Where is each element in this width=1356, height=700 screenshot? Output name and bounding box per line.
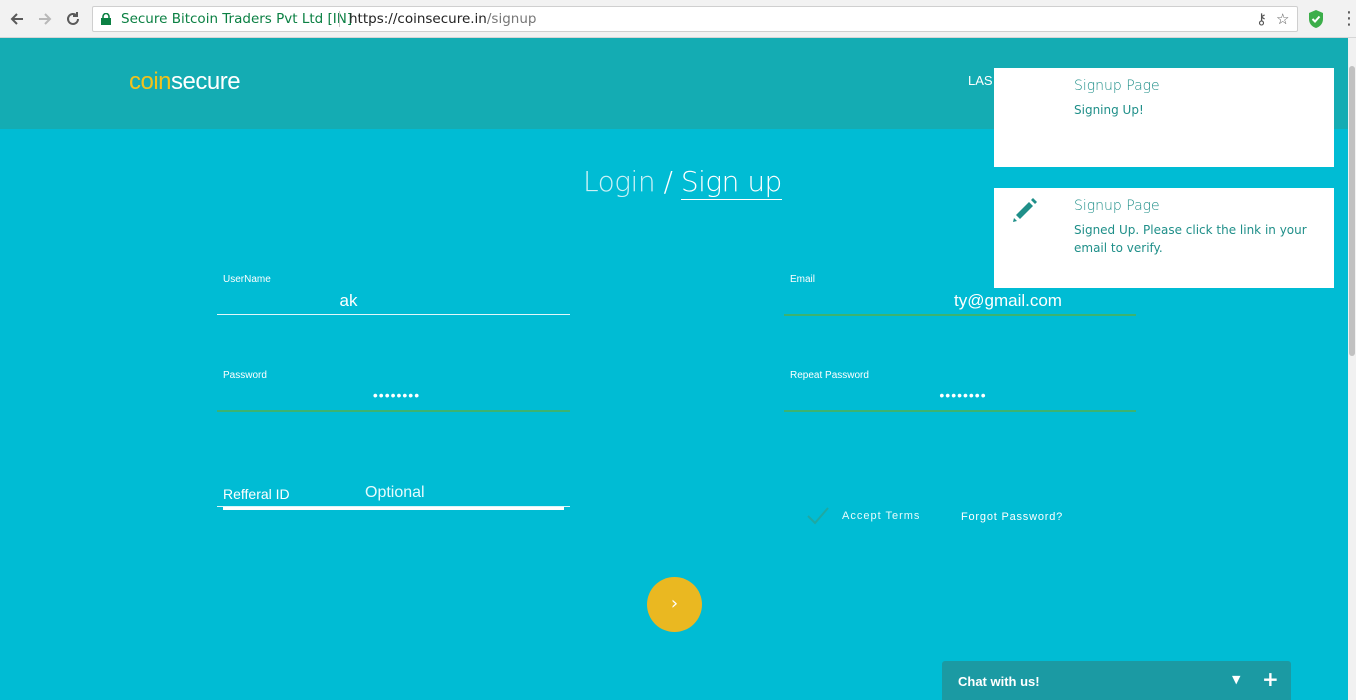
logo-secure-text: secure bbox=[171, 68, 241, 95]
forward-button[interactable] bbox=[34, 8, 56, 30]
pencil-icon bbox=[1013, 198, 1037, 222]
reload-icon bbox=[67, 12, 79, 25]
password-label: Password bbox=[223, 370, 267, 381]
plus-icon[interactable]: + bbox=[1262, 667, 1279, 691]
url-host: https://coinsecure.in bbox=[349, 11, 487, 27]
notification-signing-up[interactable]: Signup Page Signing Up! bbox=[994, 68, 1334, 167]
key-icon[interactable]: ⚷ bbox=[1256, 10, 1267, 28]
more-menu-icon[interactable]: ⋮ bbox=[1340, 9, 1356, 29]
email-input[interactable]: ty@gmail.com bbox=[832, 291, 1184, 311]
notification-signed-up[interactable]: Signup Page Signed Up. Please click the … bbox=[994, 188, 1334, 288]
username-underline bbox=[217, 314, 570, 315]
lock-icon bbox=[101, 13, 111, 25]
page-url: https://coinsecure.in/signup bbox=[349, 11, 536, 27]
referral-input[interactable] bbox=[365, 484, 560, 502]
username-label: UserName bbox=[223, 274, 271, 285]
username-field: UserName ak bbox=[217, 274, 570, 318]
header-nav-link[interactable]: LAS bbox=[968, 73, 993, 88]
accept-terms-label: Accept Terms bbox=[842, 510, 921, 522]
chevron-down-icon[interactable]: ▼ bbox=[1232, 673, 1240, 686]
chat-widget[interactable]: Chat with us! ▼ + bbox=[942, 661, 1291, 700]
email-label: Email bbox=[790, 274, 816, 285]
star-icon[interactable]: ☆ bbox=[1276, 10, 1289, 28]
address-divider bbox=[339, 11, 340, 27]
password-field: Password •••••••• bbox=[217, 370, 570, 414]
notification-title: Signup Page bbox=[1074, 78, 1160, 94]
arrow-right-icon bbox=[39, 13, 52, 25]
repeat-password-label: Repeat Password bbox=[790, 370, 869, 381]
referral-label: Refferal ID bbox=[223, 486, 290, 502]
username-input[interactable]: ak bbox=[172, 291, 525, 311]
notification-message: Signing Up! bbox=[1074, 103, 1144, 117]
back-button[interactable] bbox=[6, 8, 28, 30]
logo-coin-text: coin bbox=[129, 68, 172, 95]
password-underline bbox=[217, 410, 570, 412]
checkmark-icon bbox=[807, 507, 829, 525]
chat-label: Chat with us! bbox=[958, 674, 1040, 689]
repeat-password-input[interactable]: •••••••• bbox=[787, 387, 1139, 403]
title-separator: / bbox=[655, 165, 681, 198]
scrollbar-thumb[interactable] bbox=[1349, 66, 1355, 356]
repeat-password-underline bbox=[784, 410, 1136, 412]
arrow-left-icon bbox=[10, 13, 23, 25]
browser-toolbar: Secure Bitcoin Traders Pvt Ltd [IN] http… bbox=[0, 0, 1356, 38]
login-tab[interactable]: Login bbox=[583, 165, 656, 198]
secure-site-label: Secure Bitcoin Traders Pvt Ltd [IN] bbox=[121, 11, 353, 27]
signup-tab[interactable]: Sign up bbox=[680, 165, 782, 200]
url-path: /signup bbox=[486, 11, 537, 27]
address-bar[interactable]: Secure Bitcoin Traders Pvt Ltd [IN] http… bbox=[92, 6, 1298, 32]
referral-underline bbox=[223, 507, 564, 510]
page-scrollbar[interactable] bbox=[1348, 38, 1356, 700]
password-input[interactable]: •••••••• bbox=[220, 387, 573, 403]
forgot-password-link[interactable]: Forgot Password? bbox=[961, 511, 1063, 523]
notification-message: Signed Up. Please click the link in your… bbox=[1074, 223, 1307, 255]
coinsecure-logo[interactable]: coinsecure bbox=[129, 68, 241, 96]
submit-button[interactable]: › bbox=[647, 577, 702, 632]
page-title: Login / Sign up bbox=[583, 165, 782, 200]
shield-extension-icon[interactable] bbox=[1307, 9, 1325, 29]
email-underline bbox=[784, 314, 1136, 316]
repeat-password-field: Repeat Password •••••••• bbox=[784, 370, 1136, 414]
notification-title: Signup Page bbox=[1074, 198, 1160, 214]
reload-button[interactable] bbox=[62, 8, 84, 30]
